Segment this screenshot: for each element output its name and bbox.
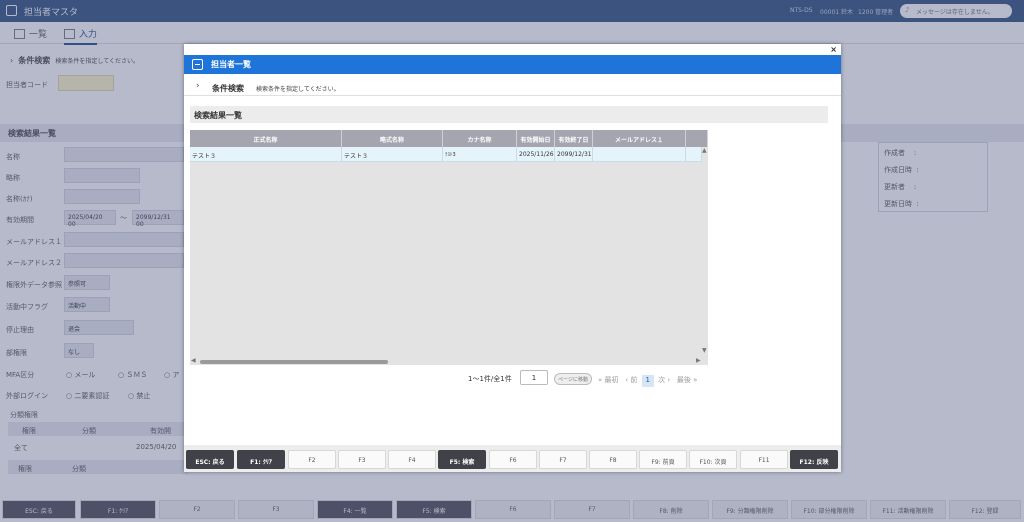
result-title-bar: 検索結果一覧 [190,106,828,123]
fkey-f4[interactable]: F4 [388,450,436,469]
modal-function-keys: ESC: 戻る F1: ｸﾘｱ F2 F3 F4 F5: 検索 F6 F7 F8… [184,445,841,472]
vertical-scrollbar[interactable]: ▲ ▼ [702,147,708,365]
fkey-f9-prev-page[interactable]: F9: 前頁 [639,450,687,469]
table-cell[interactable] [686,147,702,162]
last-page-label: 最後 [676,376,691,384]
cond-hint: 検索条件を指定してください。 [256,86,340,93]
page: 担当者マスタ NTS-DS 00001 鈴木 1200 管理者 ♪ メッセージは… [0,0,1024,522]
fkey-esc-back[interactable]: ESC: 戻る [186,450,234,469]
column-header-formal-name[interactable]: 正式名称 [190,130,342,147]
scroll-down-icon[interactable]: ▼ [702,347,707,354]
fkey-f6[interactable]: F6 [489,450,537,469]
prev-page-label: 前 [630,376,638,384]
fkey-f3[interactable]: F3 [338,450,386,469]
fkey-f5-search[interactable]: F5: 検索 [438,450,486,469]
column-header-extra[interactable] [686,130,708,147]
close-icon[interactable]: × [830,45,837,54]
scroll-up-icon[interactable]: ▲ [702,147,707,154]
scroll-left-icon[interactable]: ◀ [191,357,196,364]
fkey-f2[interactable]: F2 [288,450,336,469]
fkey-f1-clear[interactable]: F1: ｸﾘｱ [237,450,285,469]
fkey-f7[interactable]: F7 [539,450,587,469]
column-header-start-date[interactable]: 有効開始日 [517,130,555,147]
page-number-input[interactable]: 1 [520,370,548,385]
result-grid: 正式名称 略式名称 カナ名称 有効開始日 有効終了日 メールアドレス１ テスト３… [190,130,708,365]
fkey-f11[interactable]: F11 [740,450,788,469]
pager-nav: « 最初 ‹ 前 1 次 › 最後 » [598,375,697,387]
chevron-right-icon: › [196,81,200,91]
column-header-end-date[interactable]: 有効終了日 [555,130,593,147]
first-page-label: 最初 [604,376,619,384]
table-cell[interactable]: ﾃｽﾄ3 [443,147,517,162]
go-to-page-button[interactable]: ページに移動 [554,373,592,385]
next-page-label: 次 [658,376,666,384]
next-page-link[interactable]: 次 › [658,376,670,384]
modal-title: 担当者一覧 [211,60,251,69]
fkey-f10-next-page[interactable]: F10: 次頁 [689,450,737,469]
horizontal-scrollbar[interactable]: ◀ ▶ [190,357,708,365]
current-page[interactable]: 1 [641,375,654,387]
column-header-kana-name[interactable]: カナ名称 [443,130,517,147]
table-cell[interactable] [593,147,686,162]
table-cell[interactable]: テスト３ [190,147,342,162]
cond-search-toggle[interactable]: › 条件検索 検索条件を指定してください。 [184,80,841,96]
scroll-right-icon[interactable]: ▶ [696,357,701,364]
cond-label: 条件検索 [212,84,244,93]
column-header-short-name[interactable]: 略式名称 [342,130,443,147]
scrollbar-thumb[interactable] [200,360,388,364]
result-title: 検索結果一覧 [194,111,242,120]
fkey-f12-apply[interactable]: F12: 反映 [790,450,838,469]
table-icon [192,59,203,70]
first-page-link[interactable]: « 最初 [598,376,619,384]
pager-summary: 1〜1件/全1件 [468,375,512,383]
modal-header: 担当者一覧 [184,55,841,74]
table-cell[interactable]: 2025/11/26 [517,147,555,162]
last-page-link[interactable]: 最後 » [677,376,698,384]
table-cell[interactable]: 2099/12/31 [555,147,593,162]
column-header-email[interactable]: メールアドレス１ [593,130,686,147]
prev-page-link[interactable]: ‹ 前 [625,376,637,384]
staff-list-modal: × 担当者一覧 › 条件検索 検索条件を指定してください。 検索結果一覧 正式名… [184,44,841,472]
table-cell[interactable]: テスト３ [342,147,443,162]
fkey-f8[interactable]: F8 [589,450,637,469]
